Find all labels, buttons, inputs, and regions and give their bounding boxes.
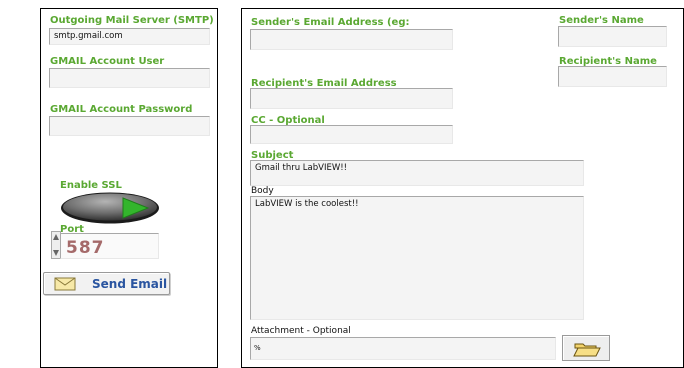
path-prefix: % [254, 344, 261, 352]
account-password-input[interactable] [49, 116, 210, 136]
recipient-email-input[interactable] [250, 88, 453, 109]
sender-name-input[interactable] [558, 26, 667, 47]
body-textarea[interactable]: LabVIEW is the coolest!! [250, 196, 584, 320]
envelope-icon [54, 277, 76, 291]
port-input[interactable]: 587 [60, 233, 159, 259]
account-user-label: GMAIL Account User [50, 56, 165, 67]
folder-icon [573, 343, 601, 357]
subject-value: Gmail thru LabVIEW!! [255, 163, 348, 173]
port-value: 587 [66, 238, 105, 258]
send-email-button[interactable]: Send Email [43, 272, 170, 295]
attachment-label: Attachment - Optional [251, 326, 351, 336]
sender-name-label: Sender's Name [559, 15, 644, 26]
body-value: LabVIEW is the coolest!! [255, 199, 359, 209]
account-user-input[interactable] [49, 68, 210, 88]
sender-email-label: Sender's Email Address (eg: [251, 17, 410, 28]
body-label: Body [251, 186, 274, 196]
sender-email-input[interactable] [250, 29, 453, 50]
smtp-server-input[interactable]: smtp.gmail.com [49, 28, 210, 45]
enable-ssl-label: Enable SSL [60, 180, 122, 191]
message-panel: Sender's Email Address (eg: Sender's Nam… [241, 8, 684, 368]
browse-attachment-button[interactable] [562, 335, 610, 361]
server-settings-panel: Outgoing Mail Server (SMTP) smtp.gmail.c… [40, 8, 218, 368]
toggle-switch-icon [61, 192, 159, 224]
enable-ssl-toggle[interactable] [59, 191, 161, 225]
smtp-server-value: smtp.gmail.com [54, 31, 123, 41]
smtp-server-label: Outgoing Mail Server (SMTP) [50, 15, 214, 26]
subject-input[interactable]: Gmail thru LabVIEW!! [250, 160, 584, 186]
cc-input[interactable] [250, 125, 453, 144]
attachment-path-input[interactable]: % [250, 337, 556, 360]
account-password-label: GMAIL Account Password [50, 104, 193, 115]
recipient-name-input[interactable] [558, 66, 667, 87]
send-email-label: Send Email [92, 277, 168, 291]
